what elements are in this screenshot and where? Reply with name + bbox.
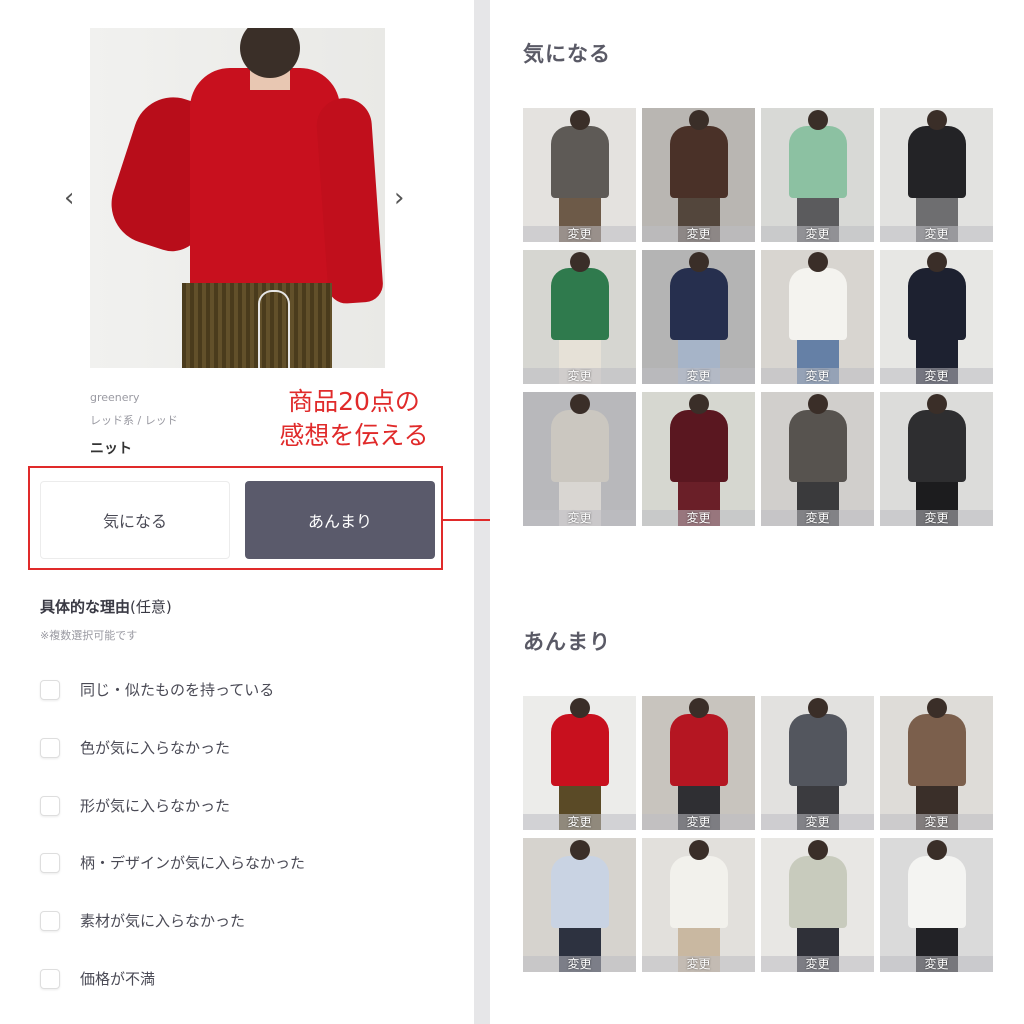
annotation-callout: 商品20点の 感想を伝える (262, 385, 446, 453)
annotation-line-2: 感想を伝える (279, 421, 429, 450)
checkbox[interactable] (40, 852, 60, 873)
like-section-title: 気になる (523, 42, 611, 66)
product-thumbnail[interactable]: 変更 (642, 838, 755, 972)
change-button[interactable]: 変更 (761, 510, 874, 526)
product-name: ニット (90, 441, 132, 457)
product-thumbnail[interactable]: 変更 (642, 696, 755, 830)
change-button[interactable]: 変更 (642, 226, 755, 242)
product-brand: greenery (90, 391, 140, 404)
checkbox[interactable] (40, 968, 60, 989)
change-button[interactable]: 変更 (761, 814, 874, 830)
product-thumbnail[interactable]: 変更 (642, 392, 755, 526)
product-thumbnail[interactable]: 変更 (880, 250, 993, 384)
reason-label: 価格が不満 (80, 970, 156, 988)
reason-option[interactable]: 同じ・似たものを持っている (40, 679, 274, 700)
reason-label: 同じ・似たものを持っている (80, 681, 275, 699)
change-button[interactable]: 変更 (642, 814, 755, 830)
change-button[interactable]: 変更 (642, 368, 755, 384)
product-image (90, 28, 385, 368)
change-button[interactable]: 変更 (761, 226, 874, 242)
change-button[interactable]: 変更 (523, 814, 636, 830)
meh-grid: 変更 変更 変更 変更 変更 変更 変更 変更 (523, 696, 993, 972)
reason-note: ※複数選択可能です (40, 629, 138, 642)
annotation-highlight-box (28, 466, 443, 570)
prev-image-arrow-icon[interactable]: ‹ (64, 183, 74, 213)
product-thumbnail[interactable]: 変更 (523, 250, 636, 384)
product-thumbnail[interactable]: 変更 (880, 392, 993, 526)
reason-optional-label: (任意) (130, 598, 172, 616)
change-button[interactable]: 変更 (880, 814, 993, 830)
meh-section-title: あんまり (523, 630, 611, 654)
change-button[interactable]: 変更 (523, 226, 636, 242)
change-button[interactable]: 変更 (642, 510, 755, 526)
product-thumbnail[interactable]: 変更 (523, 838, 636, 972)
product-thumbnail[interactable]: 変更 (761, 392, 874, 526)
product-thumbnail[interactable]: 変更 (523, 392, 636, 526)
like-grid: 変更 変更 変更 変更 変更 変更 変更 変更 変更 変更 変更 変更 (523, 108, 993, 526)
product-thumbnail[interactable]: 変更 (761, 250, 874, 384)
change-button[interactable]: 変更 (880, 226, 993, 242)
reason-option[interactable]: 形が気に入らなかった (40, 795, 230, 816)
checkbox[interactable] (40, 910, 60, 931)
change-button[interactable]: 変更 (523, 956, 636, 972)
reason-option[interactable]: 色が気に入らなかった (40, 737, 230, 758)
reason-option[interactable]: 柄・デザインが気に入らなかった (40, 852, 305, 873)
product-thumbnail[interactable]: 変更 (523, 696, 636, 830)
change-button[interactable]: 変更 (642, 956, 755, 972)
reason-label: 形が気に入らなかった (80, 797, 231, 815)
change-button[interactable]: 変更 (880, 510, 993, 526)
product-thumbnail[interactable]: 変更 (880, 108, 993, 242)
product-thumbnail[interactable]: 変更 (642, 250, 755, 384)
product-thumbnail[interactable]: 変更 (761, 696, 874, 830)
checkbox[interactable] (40, 795, 60, 816)
change-button[interactable]: 変更 (523, 368, 636, 384)
product-thumbnail[interactable]: 変更 (880, 696, 993, 830)
annotation-line-1: 商品20点の (288, 387, 420, 416)
change-button[interactable]: 変更 (880, 368, 993, 384)
checkbox[interactable] (40, 737, 60, 758)
reason-option[interactable]: 素材が気に入らなかった (40, 910, 245, 931)
change-button[interactable]: 変更 (880, 956, 993, 972)
change-button[interactable]: 変更 (761, 368, 874, 384)
reason-label: 柄・デザインが気に入らなかった (80, 854, 306, 872)
product-thumbnail[interactable]: 変更 (523, 108, 636, 242)
reason-label: 色が気に入らなかった (80, 739, 231, 757)
change-button[interactable]: 変更 (523, 510, 636, 526)
product-thumbnail[interactable]: 変更 (880, 838, 993, 972)
product-thumbnail[interactable]: 変更 (761, 108, 874, 242)
reason-title: 具体的な理由(任意) (40, 598, 172, 616)
reason-option[interactable]: 価格が不満 (40, 968, 155, 989)
product-color: レッド系 / レッド (90, 414, 178, 427)
change-button[interactable]: 変更 (761, 956, 874, 972)
checkbox[interactable] (40, 679, 60, 700)
next-image-arrow-icon[interactable]: › (394, 183, 404, 213)
product-thumbnail[interactable]: 変更 (761, 838, 874, 972)
reason-label: 素材が気に入らなかった (80, 912, 246, 930)
product-thumbnail[interactable]: 変更 (642, 108, 755, 242)
